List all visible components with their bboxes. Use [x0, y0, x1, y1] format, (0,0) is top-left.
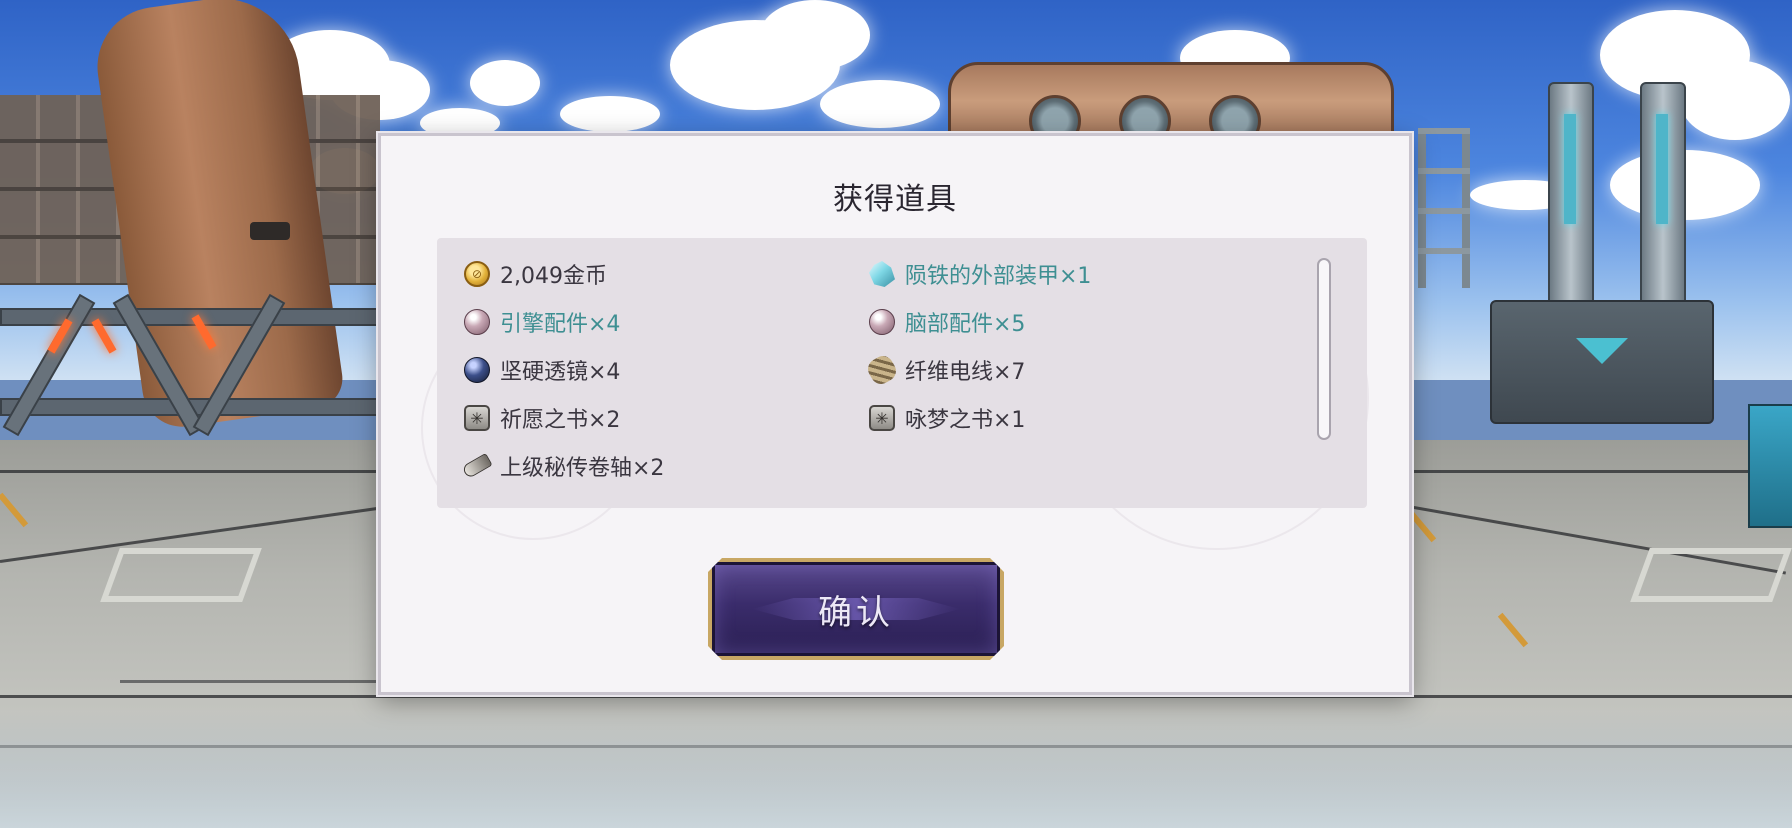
item-list: ⊘ 2,049金币 陨铁的外部装甲×1 引擎配件×4 脑部配件×5 坚硬透镜×4 纤维电线×…	[461, 250, 1323, 490]
crystal-ore-icon	[868, 260, 896, 288]
reward-item: 引擎配件×4	[463, 298, 868, 346]
guard-rail	[0, 248, 384, 448]
gold-coin-icon: ⊘	[463, 260, 491, 288]
reward-dialog: 获得道具 ⊘ 2,049金币 陨铁的外部装甲×1 引擎配件×4 脑部配件×5 坚硬透镜×4…	[378, 133, 1412, 695]
reward-item-label: 上级秘传卷轴×2	[500, 456, 665, 481]
dialog-title: 获得道具	[833, 182, 957, 217]
reward-item: 陨铁的外部装甲×1	[868, 250, 1273, 298]
reward-item-label: 坚硬透镜×4	[500, 360, 621, 385]
pearl-orb-icon	[463, 308, 491, 336]
reward-item: ⊘ 2,049金币	[463, 250, 868, 298]
fiber-wire-icon	[864, 352, 900, 388]
terminal	[1748, 404, 1792, 528]
tower-base	[1490, 300, 1714, 424]
book-icon: ✳	[868, 404, 896, 432]
reward-item-label: 咏梦之书×1	[905, 408, 1026, 433]
book-icon: ✳	[463, 404, 491, 432]
reward-item-label: 2,049金币	[500, 264, 607, 289]
tower-right	[1640, 82, 1686, 316]
reward-item: ✳ 祈愿之书×2	[463, 394, 868, 442]
tower-left	[1548, 82, 1594, 316]
reward-item: ✳ 咏梦之书×1	[868, 394, 1273, 442]
reward-item-label: 引擎配件×4	[500, 312, 621, 337]
dark-orb-icon	[463, 356, 491, 384]
reward-item-label: 陨铁的外部装甲×1	[905, 264, 1092, 289]
item-list-panel[interactable]: ⊘ 2,049金币 陨铁的外部装甲×1 引擎配件×4 脑部配件×5 坚硬透镜×4 纤维电线×…	[437, 238, 1367, 508]
reward-item: 坚硬透镜×4	[463, 346, 868, 394]
confirm-button-label: 确认	[818, 592, 894, 633]
reward-item-label: 祈愿之书×2	[500, 408, 621, 433]
pearl-orb-icon	[868, 308, 896, 336]
reward-item-label: 纤维电线×7	[905, 360, 1026, 385]
reward-item-label: 脑部配件×5	[905, 312, 1026, 337]
scrollbar[interactable]	[1317, 258, 1331, 440]
scaffold	[1418, 128, 1470, 288]
reward-item: 纤维电线×7	[864, 346, 1273, 394]
fog	[0, 708, 1792, 828]
reward-item: 脑部配件×5	[868, 298, 1273, 346]
confirm-button[interactable]: 确认	[708, 558, 1004, 660]
scroll-icon	[461, 452, 493, 480]
reward-item: 上级秘传卷轴×2	[461, 442, 868, 490]
